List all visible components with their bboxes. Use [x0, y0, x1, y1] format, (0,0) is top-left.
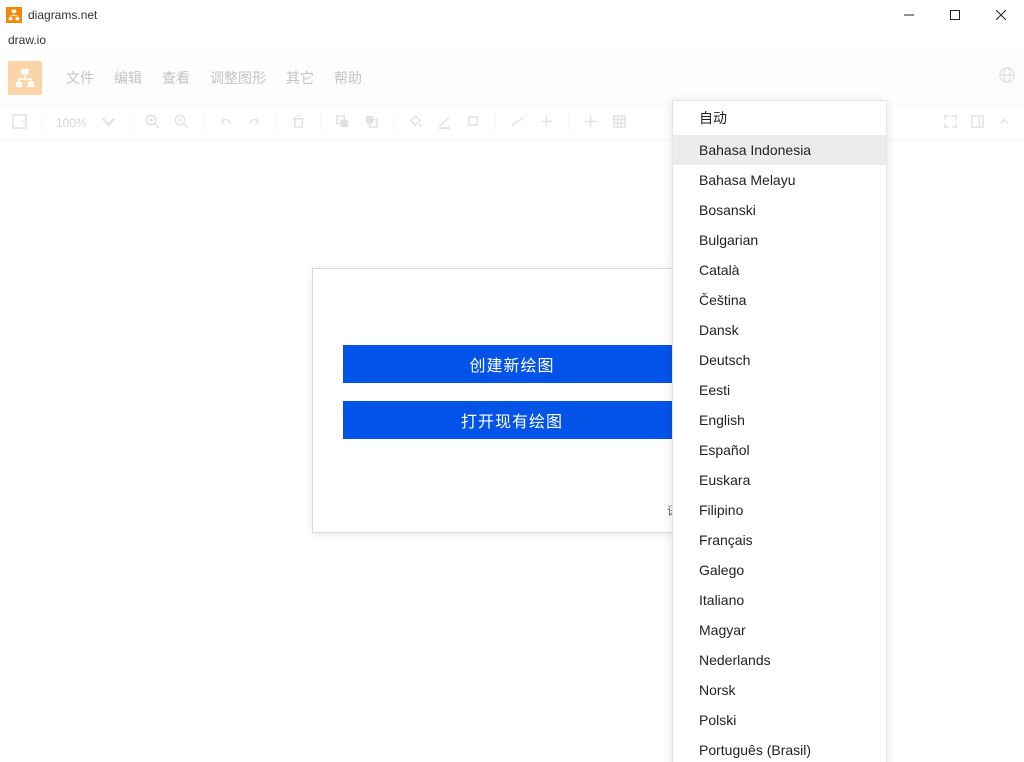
document-title: draw.io: [0, 30, 1024, 50]
language-option[interactable]: Bulgarian: [673, 225, 886, 255]
language-option[interactable]: Deutsch: [673, 345, 886, 375]
language-option[interactable]: Galego: [673, 555, 886, 585]
language-option[interactable]: Català: [673, 255, 886, 285]
window-minimize-button[interactable]: [886, 0, 932, 30]
language-option[interactable]: Eesti: [673, 375, 886, 405]
language-option[interactable]: Bosanski: [673, 195, 886, 225]
language-option[interactable]: Português (Brasil): [673, 735, 886, 762]
open-existing-diagram-button[interactable]: 打开现有绘图: [343, 401, 681, 439]
language-option[interactable]: Filipino: [673, 495, 886, 525]
language-option[interactable]: English: [673, 405, 886, 435]
language-dropdown: 自动Bahasa IndonesiaBahasa MelayuBosanskiB…: [672, 100, 887, 762]
language-option[interactable]: Italiano: [673, 585, 886, 615]
language-option[interactable]: Euskara: [673, 465, 886, 495]
language-option[interactable]: 自动: [673, 101, 886, 135]
language-option[interactable]: Dansk: [673, 315, 886, 345]
window-titlebar: diagrams.net: [0, 0, 1024, 30]
language-option[interactable]: Español: [673, 435, 886, 465]
language-option[interactable]: Čeština: [673, 285, 886, 315]
language-option[interactable]: Polski: [673, 705, 886, 735]
language-option[interactable]: Bahasa Indonesia: [673, 135, 886, 165]
language-option[interactable]: Norsk: [673, 675, 886, 705]
language-option[interactable]: Magyar: [673, 615, 886, 645]
window-title: diagrams.net: [28, 8, 97, 22]
splash-dialog: 创建新绘图 打开现有绘图 语言: [312, 268, 712, 533]
language-option[interactable]: Nederlands: [673, 645, 886, 675]
language-option[interactable]: Français: [673, 525, 886, 555]
app-icon: [6, 7, 22, 23]
create-new-diagram-button[interactable]: 创建新绘图: [343, 345, 681, 383]
language-option[interactable]: Bahasa Melayu: [673, 165, 886, 195]
window-close-button[interactable]: [978, 0, 1024, 30]
window-maximize-button[interactable]: [932, 0, 978, 30]
language-dropdown-scroll[interactable]: 自动Bahasa IndonesiaBahasa MelayuBosanskiB…: [673, 101, 886, 762]
